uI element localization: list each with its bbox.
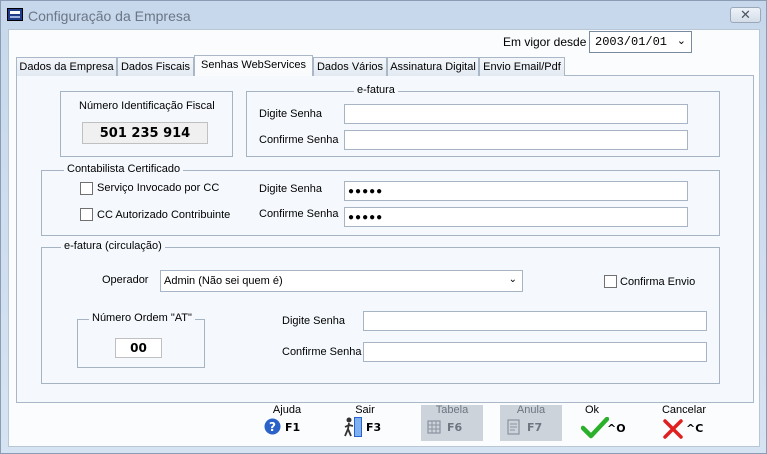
ok-button[interactable]: Ok ^O xyxy=(570,405,632,441)
cc-authorized-label: CC Autorizado Contribuinte xyxy=(97,209,231,221)
operator-label: Operador xyxy=(102,274,149,286)
order-legend: Número Ordem "AT" xyxy=(89,312,195,324)
service-invoked-label: Serviço Invocado por CC xyxy=(97,182,220,194)
accountant-confirm-field[interactable]: ●●●●● xyxy=(344,207,688,227)
effective-date-value: 2003/01/01 xyxy=(595,35,668,49)
x-icon xyxy=(663,419,683,439)
confirm-send-label: Confirma Envio xyxy=(620,276,696,288)
order-number-field[interactable]: 00 xyxy=(115,338,162,358)
nif-label: Número Identificação Fiscal xyxy=(79,100,215,112)
cancel-record-button[interactable]: Anula F7 xyxy=(500,405,562,441)
service-invoked-checkbox[interactable] xyxy=(80,182,93,195)
confirm-send-checkbox[interactable] xyxy=(604,275,617,288)
app-icon xyxy=(7,8,23,21)
table-button[interactable]: Tabela F6 xyxy=(421,405,483,441)
efatura-confirm-field[interactable] xyxy=(344,130,688,150)
help-button[interactable]: Ajuda ? F1 xyxy=(256,405,318,441)
efatura-password-label: Digite Senha xyxy=(259,108,322,120)
operator-value: Admin (Não sei quem é) xyxy=(164,275,283,287)
chevron-down-icon: ⌄ xyxy=(676,35,686,47)
accountant-confirm-label: Confirme Senha xyxy=(259,208,339,220)
chevron-down-icon: ⌄ xyxy=(508,274,517,285)
cancel-record-icon xyxy=(507,419,520,435)
tab-senhas-webservices[interactable]: Senhas WebServices xyxy=(194,55,313,76)
accountant-legend: Contabilista Certificado xyxy=(64,163,184,175)
effective-date-label: Em vigor desde : xyxy=(503,35,594,49)
tab-envio-email-pdf[interactable]: Envio Email/Pdf xyxy=(479,57,565,76)
circulation-password-label: Digite Senha xyxy=(282,315,345,327)
cc-authorized-checkbox[interactable] xyxy=(80,208,93,221)
svg-text:?: ? xyxy=(269,420,276,434)
circulation-password-field[interactable] xyxy=(363,311,707,331)
title-bar[interactable]: Configuração da Empresa ✕ xyxy=(1,1,766,29)
tab-dados-empresa[interactable]: Dados da Empresa xyxy=(16,57,117,76)
exit-icon xyxy=(344,417,362,437)
circulation-legend: e-fatura (circulação) xyxy=(61,240,165,252)
window: Configuração da Empresa ✕ Em vigor desde… xyxy=(0,0,767,454)
nif-value: 501 235 914 xyxy=(82,122,208,144)
efatura-legend: e-fatura xyxy=(354,84,398,96)
exit-button[interactable]: Sair F3 xyxy=(334,405,396,441)
help-icon: ? xyxy=(264,418,281,435)
tab-dados-fiscais[interactable]: Dados Fiscais xyxy=(117,57,194,76)
efatura-password-field[interactable] xyxy=(344,104,688,124)
operator-select[interactable]: Admin (Não sei quem é) ⌄ xyxy=(160,270,523,292)
tab-dados-varios[interactable]: Dados Vários xyxy=(313,57,387,76)
close-icon: ✕ xyxy=(740,7,751,22)
tab-bar: Dados da Empresa Dados Fiscais Senhas We… xyxy=(16,55,756,76)
circulation-confirm-field[interactable] xyxy=(363,342,707,362)
accountant-password-field[interactable]: ●●●●● xyxy=(344,181,688,201)
circulation-confirm-label: Confirme Senha xyxy=(282,346,362,358)
table-icon xyxy=(427,420,441,434)
accountant-password-label: Digite Senha xyxy=(259,183,322,195)
effective-date-select[interactable]: 2003/01/01 ⌄ xyxy=(589,31,692,53)
efatura-confirm-label: Confirme Senha xyxy=(259,134,339,146)
checkmark-icon xyxy=(581,417,609,439)
close-button[interactable]: ✕ xyxy=(730,7,761,23)
cancel-button[interactable]: Cancelar ^C xyxy=(653,405,715,441)
window-title: Configuração da Empresa xyxy=(28,8,191,24)
tab-assinatura-digital[interactable]: Assinatura Digital xyxy=(387,57,479,76)
